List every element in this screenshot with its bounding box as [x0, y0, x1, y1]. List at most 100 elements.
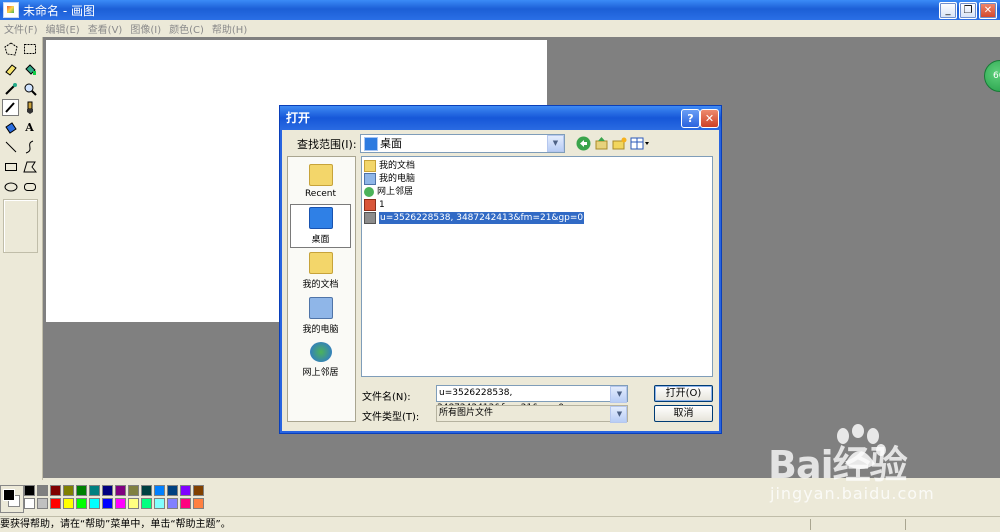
color-swatch[interactable]	[167, 498, 178, 509]
list-item[interactable]: 网上邻居	[364, 186, 413, 198]
rounded-rect-tool-icon[interactable]	[21, 178, 38, 195]
view-menu-icon[interactable]	[630, 135, 650, 151]
desktop-icon	[364, 137, 378, 151]
menu-edit[interactable]: 编辑(E)	[46, 21, 80, 36]
color-swatch[interactable]	[102, 485, 113, 496]
color-swatch[interactable]	[89, 485, 100, 496]
color-swatch[interactable]	[141, 485, 152, 496]
curve-tool-icon[interactable]	[21, 138, 38, 155]
filetype-label: 文件类型(T):	[362, 412, 420, 423]
desktop-place-icon	[308, 207, 333, 229]
color-swatch[interactable]	[180, 485, 191, 496]
color-swatch[interactable]	[89, 498, 100, 509]
free-select-icon[interactable]	[2, 40, 19, 57]
magnifier-icon[interactable]	[21, 80, 38, 97]
filetype-select[interactable]: 所有图片文件 ▼	[436, 405, 628, 423]
chevron-down-icon[interactable]: ▼	[610, 386, 627, 403]
color-swatch[interactable]	[154, 498, 165, 509]
chevron-down-icon[interactable]: ▼	[547, 135, 564, 152]
up-folder-icon[interactable]	[593, 135, 609, 151]
look-in-label: 查找范围(I):	[297, 138, 357, 151]
menu-file[interactable]: 文件(F)	[4, 21, 38, 36]
rect-select-icon[interactable]	[21, 40, 38, 57]
menu-view[interactable]: 查看(V)	[88, 21, 123, 36]
color-swatch[interactable]	[141, 498, 152, 509]
place-network[interactable]: 网上邻居	[290, 340, 351, 382]
color-swatch[interactable]	[50, 498, 61, 509]
dialog-help-button[interactable]: ?	[681, 109, 700, 128]
cancel-button[interactable]: 取消	[654, 405, 713, 422]
filename-input[interactable]: u=3526228538, 3487242413&fm=21&gp=0 ▼	[436, 385, 628, 413]
list-item[interactable]: 1	[364, 199, 385, 211]
menu-colors[interactable]: 颜色(C)	[169, 21, 204, 36]
baidu-watermark: Bai经验 jingyan.baidu.com	[768, 420, 998, 515]
dialog-close-button[interactable]: ✕	[700, 109, 719, 128]
color-swatch[interactable]	[37, 498, 48, 509]
restore-button[interactable]: ❐	[959, 2, 977, 19]
window-title: 未命名 - 画图	[23, 3, 95, 18]
brush-icon[interactable]	[21, 99, 38, 116]
airbrush-icon[interactable]	[2, 119, 19, 136]
place-label: 桌面	[311, 235, 330, 245]
status-bar: 要获得帮助，请在“帮助”菜单中，单击“帮助主题”。	[0, 516, 1000, 532]
color-swatch[interactable]	[167, 485, 178, 496]
color-swatch[interactable]	[24, 485, 35, 496]
color-swatch[interactable]	[128, 485, 139, 496]
color-swatch[interactable]	[115, 485, 126, 496]
place-label: 我的电脑	[302, 325, 339, 335]
list-item[interactable]: 我的文档	[364, 160, 415, 172]
computer-icon	[364, 173, 376, 185]
chevron-down-icon[interactable]: ▼	[610, 406, 627, 423]
list-item[interactable]: 我的电脑	[364, 173, 415, 185]
window-title-bar: 未命名 - 画图 _ ❐ ✕	[0, 0, 1000, 20]
file-list[interactable]: 我的文档 我的电脑 网上邻居 1 u=3526228538, 348724241…	[361, 156, 713, 377]
polygon-tool-icon[interactable]	[21, 158, 38, 175]
place-label: 我的文档	[302, 280, 339, 290]
color-swatch[interactable]	[50, 485, 61, 496]
back-icon[interactable]	[575, 135, 591, 151]
dialog-title: 打开	[280, 106, 721, 130]
minimize-button[interactable]: _	[939, 2, 957, 19]
color-swatch[interactable]	[24, 498, 35, 509]
color-swatch[interactable]	[63, 485, 74, 496]
color-swatch[interactable]	[37, 485, 48, 496]
tool-options-box[interactable]	[3, 199, 38, 253]
color-swatch[interactable]	[193, 485, 204, 496]
color-swatch[interactable]	[128, 498, 139, 509]
current-colors[interactable]	[0, 485, 24, 513]
place-recent[interactable]: Recent	[290, 162, 351, 204]
rectangle-tool-icon[interactable]	[2, 158, 19, 175]
open-button[interactable]: 打开(O)	[654, 385, 713, 402]
line-tool-icon[interactable]	[2, 138, 19, 155]
color-swatch[interactable]	[76, 485, 87, 496]
eraser-icon[interactable]	[2, 60, 19, 77]
paint-app-icon	[3, 2, 19, 18]
color-swatch[interactable]	[102, 498, 113, 509]
menu-image[interactable]: 图像(I)	[130, 21, 161, 36]
ellipse-tool-icon[interactable]	[2, 178, 19, 195]
recent-folder-icon	[308, 164, 333, 186]
filetype-value: 所有图片文件	[439, 408, 494, 418]
menu-help[interactable]: 帮助(H)	[212, 21, 247, 36]
new-folder-icon[interactable]	[611, 135, 627, 151]
close-button[interactable]: ✕	[979, 2, 997, 19]
image-file-icon	[364, 212, 376, 224]
place-my-documents[interactable]: 我的文档	[290, 250, 351, 292]
text-tool-icon[interactable]: A	[21, 119, 38, 136]
color-swatch[interactable]	[180, 498, 191, 509]
look-in-select[interactable]: 桌面 ▼	[360, 134, 565, 153]
filename-label: 文件名(N):	[362, 392, 411, 403]
color-picker-icon[interactable]	[2, 80, 19, 97]
color-swatch[interactable]	[63, 498, 74, 509]
color-swatch[interactable]	[154, 485, 165, 496]
color-swatch[interactable]	[115, 498, 126, 509]
fill-bucket-icon[interactable]	[21, 60, 38, 77]
pencil-icon[interactable]	[2, 99, 19, 116]
list-item[interactable]: u=3526228538, 3487242413&fm=21&gp=0	[364, 212, 585, 224]
place-desktop[interactable]: 桌面	[290, 204, 351, 248]
color-swatch[interactable]	[193, 498, 204, 509]
status-divider	[810, 519, 811, 530]
place-my-computer[interactable]: 我的电脑	[290, 295, 351, 337]
color-swatch[interactable]	[76, 498, 87, 509]
status-divider	[905, 519, 906, 530]
